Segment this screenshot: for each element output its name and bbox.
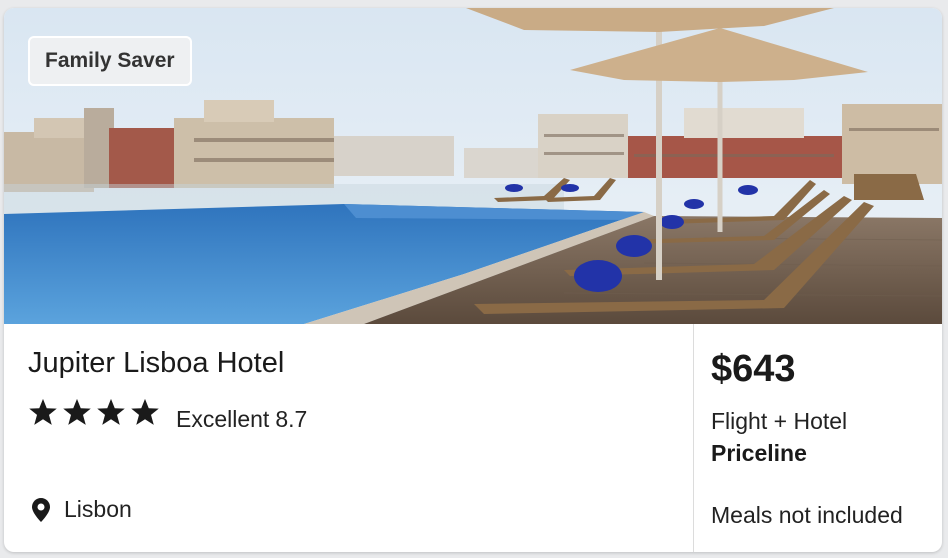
offer-price: $643 — [711, 348, 796, 390]
package-type: Flight + Hotel — [711, 408, 848, 434]
rating-score: 8.7 — [275, 406, 308, 432]
hotel-name[interactable]: Jupiter Lisboa Hotel — [28, 347, 284, 380]
family-saver-badge: Family Saver — [28, 36, 192, 86]
location-city: Lisbon — [64, 496, 132, 522]
star-icon — [97, 398, 125, 425]
offer-provider: Priceline — [711, 440, 807, 466]
review-rating: Excellent 8.7 — [176, 406, 307, 433]
star-icon — [131, 398, 159, 425]
rating-label: Excellent — [176, 406, 270, 432]
meals-note: Meals not included — [711, 502, 903, 528]
hotel-info-section: Jupiter Lisboa Hotel Excellent 8.7 Lisbon — [4, 324, 693, 552]
hotel-deal-card[interactable]: Family Saver Jupiter Lisboa Hotel Excell… — [4, 8, 942, 552]
star-rating — [28, 397, 160, 433]
hotel-location: Lisbon — [32, 496, 132, 523]
star-icon — [63, 398, 91, 425]
map-pin-icon — [32, 497, 50, 522]
offer-section[interactable]: $643 Flight + Hotel Priceline Meals not … — [693, 324, 942, 552]
star-icon — [29, 398, 57, 425]
hotel-photo[interactable]: Family Saver — [4, 8, 942, 324]
